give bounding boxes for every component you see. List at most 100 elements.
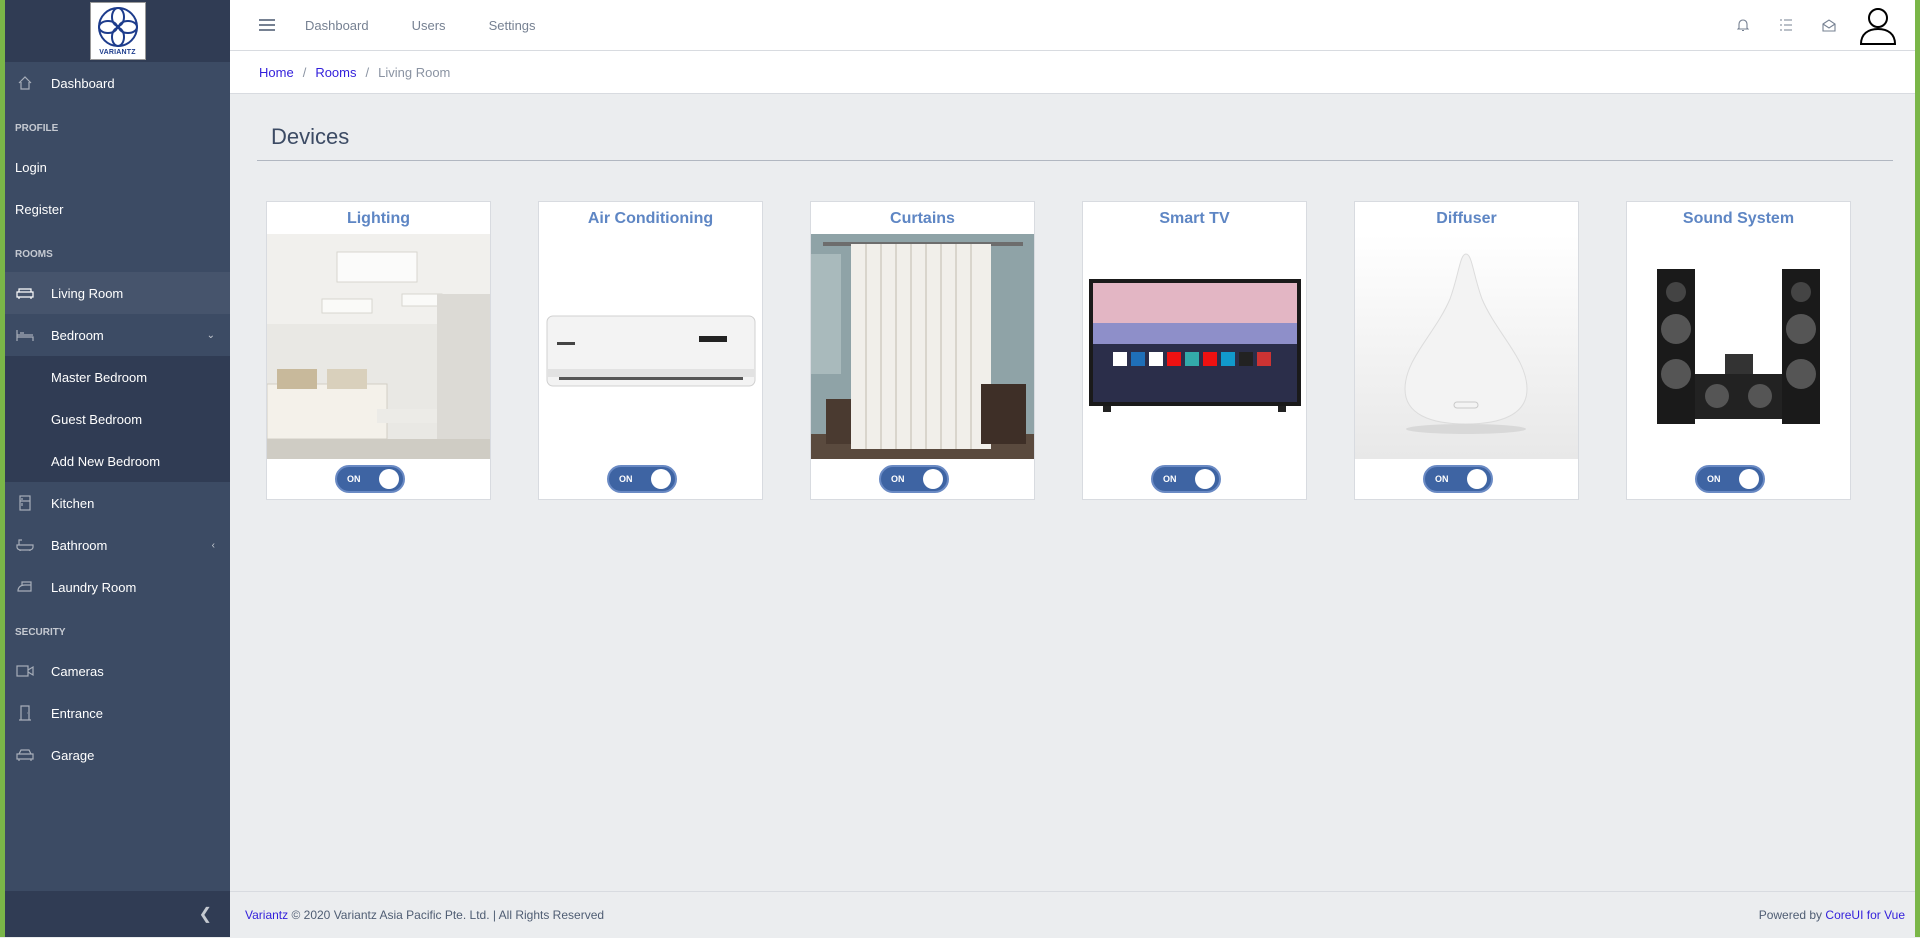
device-toggle-diffuser[interactable]: ON <box>1423 465 1493 493</box>
sidebar-item-dashboard[interactable]: Dashboard <box>5 62 230 104</box>
sidebar-item-register[interactable]: Register <box>5 188 230 230</box>
sidebar-item-bedroom[interactable]: Bedroom ⌄ <box>5 314 230 356</box>
toggle-knob <box>651 469 671 489</box>
sidebar-item-label: Cameras <box>51 663 104 679</box>
smart-tv-image <box>1083 234 1306 459</box>
chevron-left-icon: ‹ <box>211 539 215 551</box>
envelope-open-icon[interactable] <box>1807 18 1850 32</box>
footer-coreui-link[interactable]: CoreUI for Vue <box>1825 908 1905 922</box>
sidebar-item-kitchen[interactable]: Kitchen <box>5 482 230 524</box>
sidebar-minimizer[interactable]: ❮ <box>5 891 230 937</box>
bathtub-icon <box>15 537 35 553</box>
sidebar-item-label: Bedroom <box>51 327 104 343</box>
sidebar-item-add-new-bedroom[interactable]: Add New Bedroom <box>5 440 230 482</box>
sidebar-section-profile: PROFILE <box>15 123 59 134</box>
footer-company-link[interactable]: Variantz <box>245 908 288 922</box>
device-title: Lighting <box>346 210 411 227</box>
home-icon <box>15 75 35 91</box>
logo-text: VARIANTZ <box>99 49 136 56</box>
device-toggle-lighting[interactable]: ON <box>335 465 405 493</box>
device-card-diffuser: Diffuser ON <box>1354 201 1579 500</box>
device-cards: Lighting ON Air Conditioning ON Curtains… <box>266 201 1898 500</box>
device-title: Curtains <box>890 210 955 227</box>
sidebar-item-bathroom[interactable]: Bathroom ‹ <box>5 524 230 566</box>
sidebar-item-label: Garage <box>51 747 95 763</box>
toggle-knob <box>1467 469 1487 489</box>
sound-system-image <box>1627 234 1850 459</box>
footer-right: Powered by CoreUI for Vue <box>1759 908 1905 922</box>
diffuser-image <box>1355 234 1578 459</box>
breadcrumb-rooms[interactable]: Rooms <box>315 65 356 80</box>
user-avatar-icon[interactable] <box>1858 5 1898 45</box>
breadcrumb-home[interactable]: Home <box>259 65 294 80</box>
bell-icon[interactable] <box>1721 18 1764 32</box>
breadcrumb-current: Living Room <box>378 64 451 80</box>
toggle-label: ON <box>619 474 633 484</box>
sofa-icon <box>15 285 35 301</box>
video-camera-icon <box>15 663 35 679</box>
chevron-left-icon: ❮ <box>198 906 212 923</box>
toggle-label: ON <box>1163 474 1177 484</box>
footer: Variantz © 2020 Variantz Asia Pacific Pt… <box>230 891 1915 938</box>
hamburger-menu-icon[interactable] <box>259 19 275 31</box>
sidebar-item-label: Living Room <box>51 285 124 301</box>
sidebar-item-label: Entrance <box>51 705 104 721</box>
page-title: Devices <box>271 124 350 149</box>
variantz-logo: VARIANTZ <box>89 2 146 60</box>
device-toggle-smart-tv[interactable]: ON <box>1151 465 1221 493</box>
sidebar-item-garage[interactable]: Garage <box>5 734 230 776</box>
sidebar-brand[interactable]: VARIANTZ <box>5 0 230 62</box>
sidebar-item-label: Dashboard <box>51 75 115 91</box>
sidebar-item-entrance[interactable]: Entrance <box>5 692 230 734</box>
header-link-users[interactable]: Users <box>412 18 446 33</box>
device-toggle-curtains[interactable]: ON <box>879 465 949 493</box>
door-icon <box>15 705 35 721</box>
device-title: Smart TV <box>1159 210 1230 227</box>
breadcrumb-separator: / <box>302 64 307 80</box>
sidebar-item-laundry-room[interactable]: Laundry Room <box>5 566 230 608</box>
toggle-knob <box>1739 469 1759 489</box>
header-actions <box>1721 0 1915 50</box>
sidebar-section-rooms: ROOMS <box>15 249 53 260</box>
sidebar-item-guest-bedroom[interactable]: Guest Bedroom <box>5 398 230 440</box>
device-card-air-conditioning: Air Conditioning ON <box>538 201 763 500</box>
sidebar-item-label: Bathroom <box>51 537 108 553</box>
toggle-label: ON <box>347 474 361 484</box>
device-toggle-air-conditioning[interactable]: ON <box>607 465 677 493</box>
device-toggle-sound-system[interactable]: ON <box>1695 465 1765 493</box>
bed-icon <box>15 327 35 343</box>
device-title: Air Conditioning <box>587 210 714 227</box>
header-link-dashboard[interactable]: Dashboard <box>305 18 369 33</box>
device-title: Diffuser <box>1436 210 1497 227</box>
sidebar-item-label: Kitchen <box>51 495 95 511</box>
device-card-sound-system: Sound System ON <box>1626 201 1851 500</box>
sidebar-item-login[interactable]: Login <box>5 146 230 188</box>
sidebar-item-living-room[interactable]: Living Room <box>5 272 230 314</box>
iron-icon <box>15 579 35 595</box>
frame-right <box>1915 0 1920 937</box>
breadcrumb-separator: / <box>365 64 370 80</box>
top-header: Dashboard Users Settings <box>230 0 1915 51</box>
fridge-icon <box>15 495 35 511</box>
breadcrumb: Home / Rooms / Living Room <box>230 51 1915 94</box>
footer-powered-prefix: Powered by <box>1758 908 1823 922</box>
sidebar-item-label: Laundry Room <box>51 579 137 595</box>
header-nav: Dashboard Users Settings <box>305 18 579 33</box>
sidebar: VARIANTZ Dashboard PROFILE Login Registe… <box>5 0 230 937</box>
toggle-label: ON <box>891 474 905 484</box>
toggle-label: ON <box>1707 474 1721 484</box>
sidebar-item-master-bedroom[interactable]: Master Bedroom <box>5 356 230 398</box>
chevron-down-icon: ⌄ <box>206 329 215 341</box>
footer-left: Variantz © 2020 Variantz Asia Pacific Pt… <box>245 908 604 922</box>
toggle-knob <box>379 469 399 489</box>
device-card-smart-tv: Smart TV ON <box>1082 201 1307 500</box>
header-link-settings[interactable]: Settings <box>489 18 536 33</box>
sidebar-section-security: SECURITY <box>15 627 66 638</box>
task-list-icon[interactable] <box>1764 18 1807 32</box>
car-icon <box>15 747 35 763</box>
logo-emblem-icon <box>97 7 138 47</box>
device-title: Sound System <box>1682 210 1795 227</box>
sidebar-item-cameras[interactable]: Cameras <box>5 650 230 692</box>
lighting-image <box>267 234 490 459</box>
air-conditioner-image <box>539 234 762 459</box>
